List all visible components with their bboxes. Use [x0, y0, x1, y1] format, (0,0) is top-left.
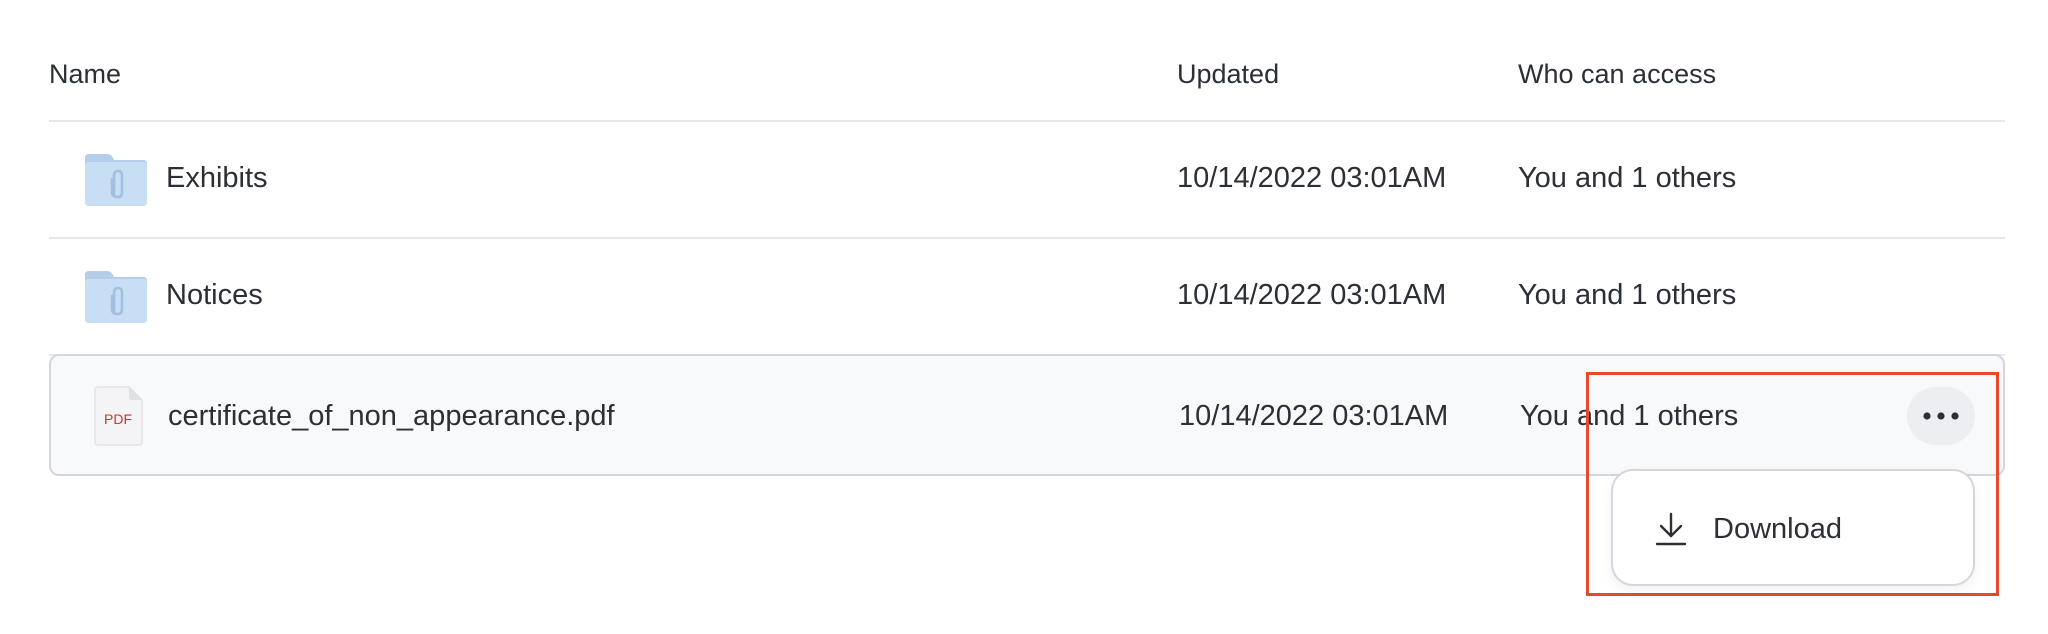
- file-table: Name Updated Who can access Exhibits 10/…: [49, 0, 2005, 476]
- download-icon: [1655, 512, 1687, 546]
- folder-icon: [85, 271, 147, 323]
- folder-icon: [85, 154, 147, 206]
- download-label: Download: [1713, 513, 1842, 545]
- row-access: You and 1 others: [1518, 162, 1737, 194]
- table-row-notices[interactable]: Notices 10/14/2022 03:01AM You and 1 oth…: [49, 239, 2005, 356]
- row-name[interactable]: Notices: [166, 279, 263, 312]
- more-horizontal-icon: [1923, 412, 1959, 420]
- name-column-header[interactable]: Name: [49, 59, 121, 90]
- actions-dropdown-menu: Download: [1611, 469, 1975, 586]
- row-access: You and 1 others: [1520, 400, 1739, 432]
- row-name[interactable]: Exhibits: [166, 162, 268, 195]
- pdf-file-icon: PDF: [94, 386, 143, 446]
- table-header: Name Updated Who can access: [49, 0, 2005, 122]
- row-updated: 10/14/2022 03:01AM: [1177, 279, 1447, 311]
- download-menu-item[interactable]: Download: [1613, 471, 1973, 584]
- table-row-exhibits[interactable]: Exhibits 10/14/2022 03:01AM You and 1 ot…: [49, 122, 2005, 239]
- more-actions-button[interactable]: [1907, 387, 1975, 445]
- row-updated: 10/14/2022 03:01AM: [1179, 400, 1449, 432]
- updated-column-header[interactable]: Updated: [1177, 59, 1279, 90]
- row-access: You and 1 others: [1518, 279, 1737, 311]
- row-updated: 10/14/2022 03:01AM: [1177, 162, 1447, 194]
- row-name[interactable]: certificate_of_non_appearance.pdf: [168, 400, 615, 433]
- pdf-icon-label: PDF: [104, 411, 132, 427]
- table-row-certificate-pdf[interactable]: PDF certificate_of_non_appearance.pdf 10…: [49, 354, 2005, 476]
- access-column-header[interactable]: Who can access: [1518, 59, 1716, 90]
